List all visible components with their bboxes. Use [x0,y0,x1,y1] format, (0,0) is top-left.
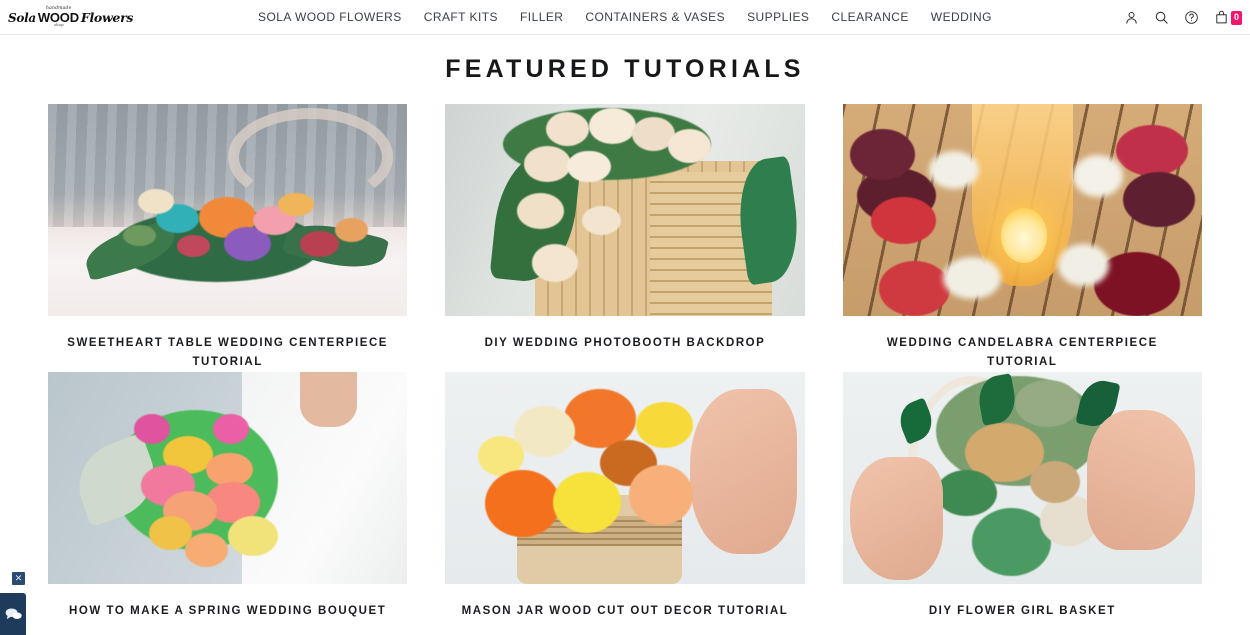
search-icon[interactable] [1153,9,1170,26]
tutorial-card-photobooth-backdrop[interactable]: DIY WEDDING PHOTOBOOTH BACKDROP [445,104,805,372]
tutorial-thumbnail[interactable] [842,104,1202,316]
chat-bubbles-icon[interactable] [0,593,26,635]
tutorial-title: DIY WEDDING PHOTOBOOTH BACKDROP [484,337,766,349]
tutorial-title: HOW TO MAKE A SPRING WEDDING BOUQUET [69,605,387,617]
tutorial-thumbnail[interactable] [842,372,1202,584]
nav-item-wedding[interactable]: WEDDING [931,0,992,35]
photo-sweetheart-table-centerpiece [48,104,408,316]
nav-item-sola-wood-flowers[interactable]: SOLA WOOD FLOWERS [258,0,402,35]
cart-button[interactable]: 0 [1213,9,1242,26]
tutorial-card-spring-bouquet[interactable]: HOW TO MAKE A SPRING WEDDING BOUQUET [48,372,408,621]
logo-word-sola: Sola [8,10,36,25]
site-header: handmade Sola WOOD Flowers shop SOLA WOO… [0,0,1250,35]
photo-spring-wedding-bouquet [48,372,408,584]
nav-item-craft-kits[interactable]: CRAFT KITS [424,0,498,35]
tutorial-card-sweetheart-table[interactable]: SWEETHEART TABLE WEDDING CENTERPIECE TUT… [48,104,408,372]
tutorial-thumbnail[interactable] [48,104,408,316]
main-navigation: SOLA WOOD FLOWERS CRAFT KITS FILLER CONT… [258,0,992,35]
main-content: FEATURED TUTORIALS SWEETHEART TABLE WEDD… [0,55,1250,621]
page-title: FEATURED TUTORIALS [445,55,805,83]
photo-mason-jar-wood-cutout [445,372,805,584]
tutorial-card-candelabra-centerpiece[interactable]: WEDDING CANDELABRA CENTERPIECE TUTORIAL [842,104,1202,372]
tutorial-grid: SWEETHEART TABLE WEDDING CENTERPIECE TUT… [0,104,1250,621]
tutorial-thumbnail[interactable] [445,104,805,316]
cart-count-badge: 0 [1230,10,1242,25]
tutorial-title: WEDDING CANDELABRA CENTERPIECE TUTORIAL [886,337,1158,368]
tutorial-title: DIY FLOWER GIRL BASKET [928,605,1116,617]
photo-diy-flower-girl-basket [842,372,1202,584]
nav-item-filler[interactable]: FILLER [520,0,563,35]
account-icon[interactable] [1123,9,1140,26]
photo-wedding-candelabra-centerpiece [842,104,1202,316]
tutorial-thumbnail[interactable] [48,372,408,584]
header-icon-group: 0 [1123,0,1242,35]
nav-item-supplies[interactable]: SUPPLIES [747,0,809,35]
tutorial-card-flower-girl-basket[interactable]: DIY FLOWER GIRL BASKET [842,372,1202,621]
tutorial-thumbnail[interactable] [445,372,805,584]
logo-tagline-bottom: shop [54,22,64,27]
nav-item-containers-vases[interactable]: CONTAINERS & VASES [585,0,725,35]
site-logo[interactable]: handmade Sola WOOD Flowers shop [8,4,133,30]
tutorial-title: SWEETHEART TABLE WEDDING CENTERPIECE TUT… [67,337,389,368]
nav-item-clearance[interactable]: CLEARANCE [831,0,908,35]
help-icon[interactable] [1183,9,1200,26]
tutorial-card-mason-jar-cutout[interactable]: MASON JAR WOOD CUT OUT DECOR TUTORIAL [445,372,805,621]
shopping-bag-icon[interactable] [1213,9,1230,26]
tutorial-title: MASON JAR WOOD CUT OUT DECOR TUTORIAL [461,605,789,617]
photo-wedding-photobooth-backdrop [445,104,805,316]
chat-close-button[interactable]: ✕ [12,572,25,585]
